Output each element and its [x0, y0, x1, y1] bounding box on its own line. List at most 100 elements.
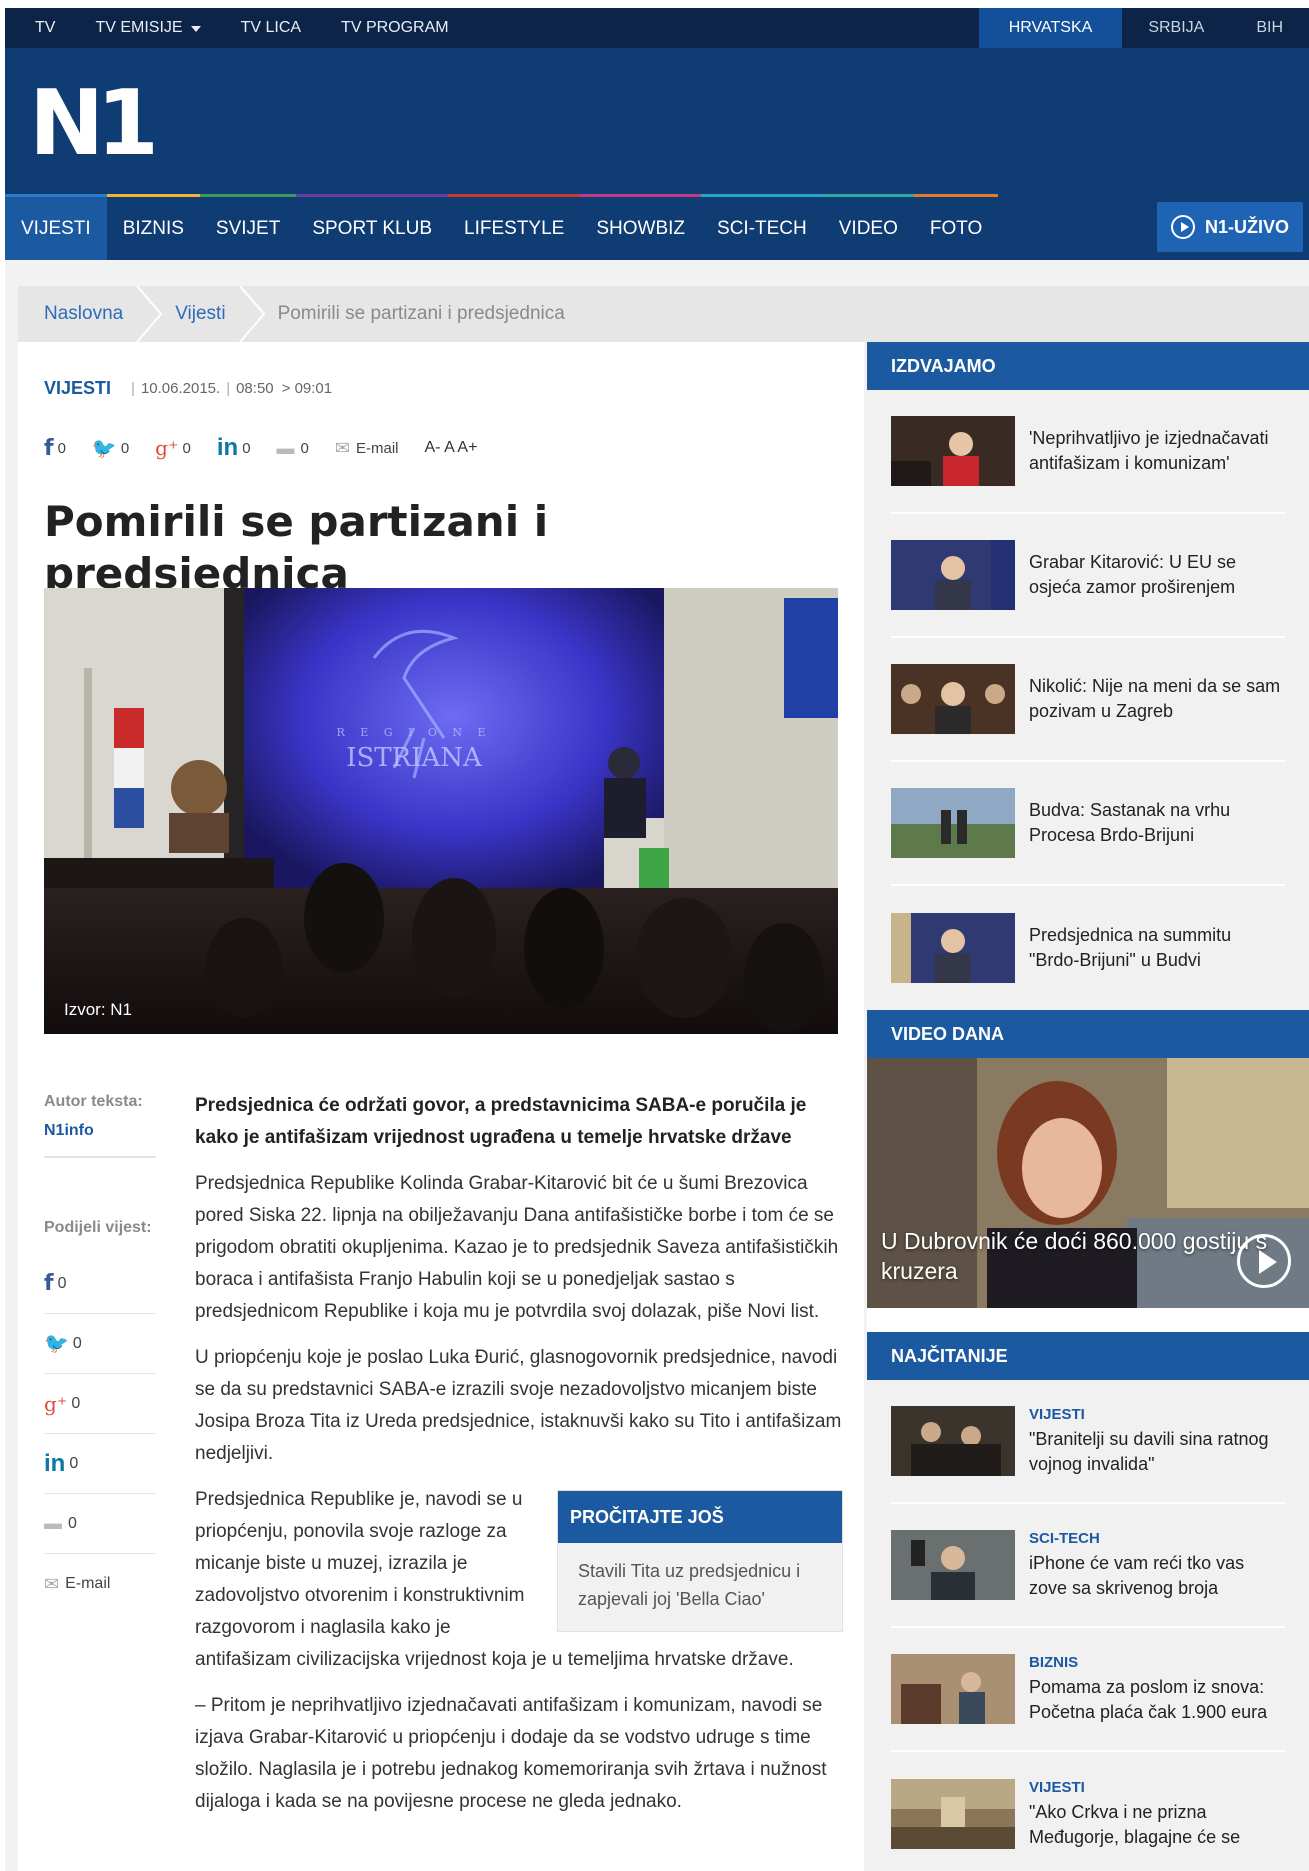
article-body: Predsjednica će održati govor, a predsta… [195, 1090, 843, 1832]
nav-lifestyle[interactable]: LIFESTYLE [448, 194, 581, 260]
nav-biznis[interactable]: BIZNIS [106, 194, 200, 260]
list-item-category: BIZNIS [1029, 1653, 1079, 1671]
top-link-tv-emisije[interactable]: TV EMISIJE [95, 19, 201, 37]
list-item-title: Nikolić: Nije na meni da se sam pozivam … [1029, 676, 1281, 721]
nav-showbiz[interactable]: SHOWBIZ [580, 194, 702, 260]
photo-caption: Izvor: N1 [64, 1000, 133, 1019]
article-photo-image: R E G I O N E ISTRIANA [44, 588, 838, 1034]
email-label: E-mail [65, 1575, 111, 1592]
region-srbija[interactable]: SRBIJA [1122, 8, 1230, 48]
linkedin-icon: in [44, 1449, 66, 1477]
share-email[interactable]: ✉ E-mail [335, 438, 399, 459]
article-paragraph: U priopćenju koje je poslao Luka Đurić, … [195, 1347, 842, 1464]
thumbnail-image [891, 788, 1015, 858]
logo-band: N1 [5, 48, 1309, 194]
nav-sci-tech[interactable]: SCI-TECH [701, 194, 823, 260]
breadcrumb-home[interactable]: Naslovna [18, 286, 163, 342]
spacer [867, 1308, 1309, 1332]
top-link-tv-program[interactable]: TV PROGRAM [341, 19, 449, 37]
share-facebook[interactable]: f0 [44, 436, 66, 461]
google-plus-icon: g⁺ [44, 1391, 68, 1416]
list-item[interactable]: Grabar Kitarović: U EU se osjeća zamor p… [891, 514, 1285, 638]
envelope-icon: ✉ [44, 1573, 60, 1594]
list-item-title: "Ako Crkva i ne prizna Međugorje, blagaj… [1029, 1801, 1241, 1847]
gplus-count: 0 [182, 439, 191, 457]
share-comments[interactable]: ▬ 0 [277, 438, 309, 459]
twitter-icon: 🐦 [44, 1333, 69, 1355]
read-more-title: PROČITAJTE JOŠ [558, 1491, 842, 1543]
font-size-controls[interactable]: A- A A+ [425, 439, 478, 457]
side-share-comments[interactable]: ▬ 0 [44, 1494, 156, 1554]
site-logo[interactable]: N1 [29, 79, 159, 169]
list-item[interactable]: Nikolić: Nije na meni da se sam pozivam … [891, 638, 1285, 762]
live-stream-button[interactable]: N1-UŽIVO [1156, 202, 1303, 252]
share-gplus[interactable]: g⁺ 0 [155, 436, 191, 460]
share-twitter[interactable]: 🐦 0 [92, 436, 129, 461]
list-item[interactable]: SCI-TECH iPhone će vam reći tko vas zove … [891, 1504, 1285, 1628]
thumbnail-image [891, 913, 1015, 983]
article-photo: R E G I O N E ISTRIANA Izvor: N1 [44, 588, 838, 1034]
side-share-gplus[interactable]: g⁺ 0 [44, 1374, 156, 1434]
article-title: Pomirili se partizani i predsjednica [44, 497, 549, 598]
thumbnail-image [891, 1530, 1015, 1600]
top-link-tv-lica[interactable]: TV LICA [241, 19, 301, 37]
share-linkedin[interactable]: in 0 [217, 434, 251, 462]
breadcrumb-section[interactable]: Vijesti [149, 286, 265, 342]
article-category[interactable]: VIJESTI [44, 378, 111, 399]
list-item-title: Pomama za poslom iz snova: Početna plaća… [1029, 1676, 1268, 1722]
comments-icon: ▬ [44, 1513, 62, 1533]
article-paragraph: – Pritom je neprihvatljivo izjednačavati… [195, 1695, 827, 1812]
list-item[interactable]: Predsjednica na summitu "Brdo-Brijuni" u… [891, 886, 1285, 1010]
side-share-email[interactable]: ✉ E-mail [44, 1554, 156, 1614]
nav-foto[interactable]: FOTO [913, 194, 999, 260]
divider: | [131, 380, 135, 397]
share-bar: f0 🐦 0 g⁺ 0 in 0 ▬ 0 ✉ E-mail A- A A+ [44, 434, 477, 462]
nav-svijet[interactable]: SVIJET [199, 194, 297, 260]
list-item[interactable]: Budva: Sastanak na vrhu Procesa Brdo-Bri… [891, 762, 1285, 886]
play-icon [1170, 215, 1195, 239]
live-label: N1-UŽIVO [1204, 216, 1289, 237]
linkedin-count: 0 [69, 1454, 79, 1472]
article-lead: Predsjednica će održati govor, a predsta… [195, 1095, 807, 1148]
video-header: VIDEO DANA [867, 1010, 1309, 1058]
thumbnail-image [891, 1406, 1015, 1476]
twitter-icon: 🐦 [91, 437, 117, 460]
email-label: E-mail [355, 439, 399, 457]
nav-sport-klub[interactable]: SPORT KLUB [296, 194, 449, 260]
region-hrvatska[interactable]: HRVATSKA [978, 8, 1123, 48]
nav-video[interactable]: VIDEO [822, 194, 914, 260]
list-item-title: iPhone će vam reći tko vas zove sa skriv… [1029, 1552, 1245, 1598]
comments-count: 0 [300, 439, 309, 457]
side-share-facebook[interactable]: f0 [44, 1254, 156, 1314]
twitter-count: 0 [72, 1334, 82, 1352]
list-item[interactable]: 'Neprihvatljivo je izjednačavati antifaš… [891, 390, 1285, 514]
read-more-link[interactable]: Stavili Tita uz predsjednicu i zapjevali… [558, 1543, 842, 1631]
linkedin-icon: in [216, 434, 239, 461]
author-label: Autor teksta: [44, 1093, 143, 1110]
article-paragraph: Predsjednica Republike Kolinda Grabar-Ki… [195, 1173, 839, 1322]
top-link-tv[interactable]: TV [35, 19, 55, 37]
breadcrumb-label: Naslovna [44, 303, 124, 324]
breadcrumb-label: Vijesti [175, 303, 226, 324]
najcitanije-header: NAJČITANIJE [867, 1332, 1309, 1380]
list-item[interactable]: BIZNIS Pomama za poslom iz snova: Početna… [891, 1628, 1285, 1752]
list-item-title: Budva: Sastanak na vrhu Procesa Brdo-Bri… [1029, 800, 1231, 845]
side-share-twitter[interactable]: 🐦 0 [44, 1314, 156, 1374]
side-share-linkedin[interactable]: in 0 [44, 1434, 156, 1494]
divider: | [226, 380, 231, 397]
article-meta: VIJESTI | 10.06.2015. | 08:50 > 09:01 [44, 378, 332, 399]
sidebar: IZDVAJAMO 'Neprihvatljivo je izjednačava… [867, 342, 1309, 1871]
list-item[interactable]: VIJESTI "Branitelji su davili sina ratnog… [891, 1380, 1285, 1504]
author-name[interactable]: N1info [44, 1122, 156, 1140]
divider [44, 1156, 156, 1158]
signage-main: ISTRIANA [346, 743, 483, 773]
video-of-the-day[interactable]: U Dubrovnik će doći 860.000 gostiju s kr… [867, 1058, 1309, 1308]
article-time: 08:50 [236, 380, 274, 397]
list-item-category: VIJESTI [1029, 1405, 1085, 1423]
main-navigation: VIJESTI BIZNIS SVIJET SPORT KLUB LIFESTY… [5, 194, 1309, 260]
facebook-count: 0 [57, 1274, 67, 1292]
region-bih[interactable]: BIH [1230, 8, 1309, 48]
thumbnail-image [891, 664, 1015, 734]
list-item[interactable]: VIJESTI "Ako Crkva i ne prizna Međugorje,… [891, 1752, 1285, 1871]
nav-vijesti[interactable]: VIJESTI [5, 194, 107, 260]
